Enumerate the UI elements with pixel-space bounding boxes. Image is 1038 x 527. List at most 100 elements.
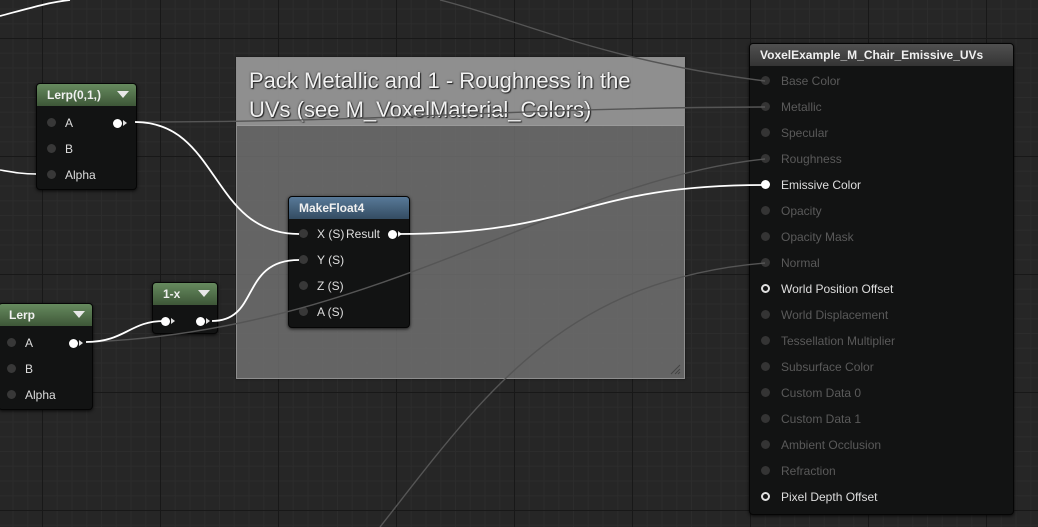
make-float4-output-result[interactable]: Result xyxy=(346,225,380,243)
material-input-ambient-occlusion[interactable]: Ambient Occlusion xyxy=(761,436,881,454)
pin-label: Pixel Depth Offset xyxy=(781,490,878,504)
lerp-top-node[interactable]: Lerp(0,1,) A B Alpha xyxy=(36,83,137,190)
pin-icon[interactable] xyxy=(299,307,308,316)
pin-icon[interactable] xyxy=(761,492,770,501)
pin-icon[interactable] xyxy=(299,229,308,238)
pin-label: Base Color xyxy=(781,74,841,88)
collapse-arrow-icon[interactable] xyxy=(73,311,85,318)
material-input-specular[interactable]: Specular xyxy=(761,124,828,142)
make-float4-header[interactable]: MakeFloat4 xyxy=(289,197,409,219)
material-input-custom-data-0[interactable]: Custom Data 0 xyxy=(761,384,861,402)
make-float4-input-a[interactable]: A (S) xyxy=(299,303,344,321)
pin-icon[interactable] xyxy=(761,102,770,111)
material-result-header[interactable]: VoxelExample_M_Chair_Emissive_UVs xyxy=(750,44,1013,66)
pin-icon[interactable] xyxy=(761,154,770,163)
lerp-bottom-input-b[interactable]: B xyxy=(7,360,33,378)
lerp-bottom-header[interactable]: Lerp xyxy=(0,304,92,326)
pin-icon[interactable] xyxy=(761,258,770,267)
comment-header[interactable]: Pack Metallic and 1 - Roughness in the U… xyxy=(237,58,684,126)
pin-icon[interactable] xyxy=(47,144,56,153)
lerp-top-title: Lerp(0,1,) xyxy=(47,88,102,102)
lerp-bottom-title: Lerp xyxy=(9,308,36,322)
pin-label: Custom Data 1 xyxy=(781,412,862,426)
wire-offscreen-top xyxy=(0,0,71,17)
pin-icon[interactable] xyxy=(761,414,770,423)
pin-label: Ambient Occlusion xyxy=(781,438,882,452)
material-input-subsurface-color[interactable]: Subsurface Color xyxy=(761,358,874,376)
pin-icon[interactable] xyxy=(761,76,770,85)
pin-icon[interactable] xyxy=(7,390,16,399)
one-minus-node[interactable]: 1-x xyxy=(152,282,218,334)
material-graph-canvas[interactable]: Pack Metallic and 1 - Roughness in the U… xyxy=(0,0,1038,527)
lerp-bottom-output-pin[interactable] xyxy=(69,339,78,348)
collapse-arrow-icon[interactable] xyxy=(198,290,210,297)
material-input-opacity-mask[interactable]: Opacity Mask xyxy=(761,228,854,246)
lerp-bottom-input-a[interactable]: A xyxy=(7,334,33,352)
output-arrow-icon xyxy=(206,318,210,324)
lerp-top-input-a[interactable]: A xyxy=(47,114,73,132)
output-arrow-icon xyxy=(398,231,402,237)
material-input-refraction[interactable]: Refraction xyxy=(761,462,836,480)
material-input-normal[interactable]: Normal xyxy=(761,254,820,272)
pin-label: World Position Offset xyxy=(781,282,894,296)
pin-label: Tessellation Multiplier xyxy=(781,334,896,348)
pin-label: Opacity Mask xyxy=(781,230,854,244)
pin-icon[interactable] xyxy=(299,255,308,264)
pin-icon[interactable] xyxy=(761,128,770,137)
pin-label: Metallic xyxy=(781,100,822,114)
make-float4-input-z[interactable]: Z (S) xyxy=(299,277,344,295)
output-arrow-icon xyxy=(123,120,127,126)
material-input-world-position-offset[interactable]: World Position Offset xyxy=(761,280,893,298)
pin-label: Result xyxy=(346,227,381,241)
pin-label: Refraction xyxy=(781,464,836,478)
pin-icon[interactable] xyxy=(47,118,56,127)
resize-grip-icon[interactable] xyxy=(669,363,681,375)
make-float4-title: MakeFloat4 xyxy=(299,201,365,215)
material-input-opacity[interactable]: Opacity xyxy=(761,202,822,220)
one-minus-input-pin[interactable] xyxy=(161,317,170,326)
pin-icon[interactable] xyxy=(7,364,16,373)
make-float4-input-x[interactable]: X (S) xyxy=(299,225,344,243)
material-input-base-color[interactable]: Base Color xyxy=(761,72,840,90)
material-input-metallic[interactable]: Metallic xyxy=(761,98,822,116)
one-minus-title: 1-x xyxy=(163,287,181,301)
pin-icon[interactable] xyxy=(47,170,56,179)
material-result-node[interactable]: VoxelExample_M_Chair_Emissive_UVs Base C… xyxy=(749,43,1014,515)
pin-icon[interactable] xyxy=(761,206,770,215)
lerp-top-output-pin[interactable] xyxy=(113,119,122,128)
lerp-top-header[interactable]: Lerp(0,1,) xyxy=(37,84,136,106)
pin-icon[interactable] xyxy=(761,440,770,449)
material-input-pixel-depth-offset[interactable]: Pixel Depth Offset xyxy=(761,488,878,506)
make-float4-output-pin[interactable] xyxy=(388,230,397,239)
make-float4-input-y[interactable]: Y (S) xyxy=(299,251,344,269)
material-input-emissive-color[interactable]: Emissive Color xyxy=(761,176,861,194)
one-minus-output-pin[interactable] xyxy=(196,317,205,326)
one-minus-header[interactable]: 1-x xyxy=(153,283,217,305)
wire-background-1 xyxy=(0,169,37,175)
pin-label: Roughness xyxy=(781,152,842,166)
pin-icon[interactable] xyxy=(761,180,770,189)
pin-icon[interactable] xyxy=(761,362,770,371)
pin-icon[interactable] xyxy=(761,232,770,241)
make-float4-node[interactable]: MakeFloat4 X (S) Y (S) Z (S) A (S) Resul… xyxy=(288,196,410,328)
pin-icon[interactable] xyxy=(761,284,770,293)
material-input-custom-data-1[interactable]: Custom Data 1 xyxy=(761,410,861,428)
pin-icon[interactable] xyxy=(299,281,308,290)
lerp-bottom-input-alpha[interactable]: Alpha xyxy=(7,386,56,404)
material-input-world-displacement[interactable]: World Displacement xyxy=(761,306,888,324)
material-input-roughness[interactable]: Roughness xyxy=(761,150,842,168)
pin-icon[interactable] xyxy=(761,310,770,319)
output-arrow-icon xyxy=(79,340,83,346)
lerp-bottom-node[interactable]: Lerp A B Alpha xyxy=(0,303,93,410)
collapse-arrow-icon[interactable] xyxy=(117,91,129,98)
lerp-top-input-b[interactable]: B xyxy=(47,140,73,158)
lerp-top-input-alpha[interactable]: Alpha xyxy=(47,166,96,184)
pin-icon[interactable] xyxy=(761,388,770,397)
pin-icon[interactable] xyxy=(761,466,770,475)
pin-icon[interactable] xyxy=(7,338,16,347)
pin-label: Subsurface Color xyxy=(781,360,874,374)
pin-label: Emissive Color xyxy=(781,178,862,192)
material-input-tessellation-multiplier[interactable]: Tessellation Multiplier xyxy=(761,332,895,350)
pin-label: World Displacement xyxy=(781,308,889,322)
pin-icon[interactable] xyxy=(761,336,770,345)
